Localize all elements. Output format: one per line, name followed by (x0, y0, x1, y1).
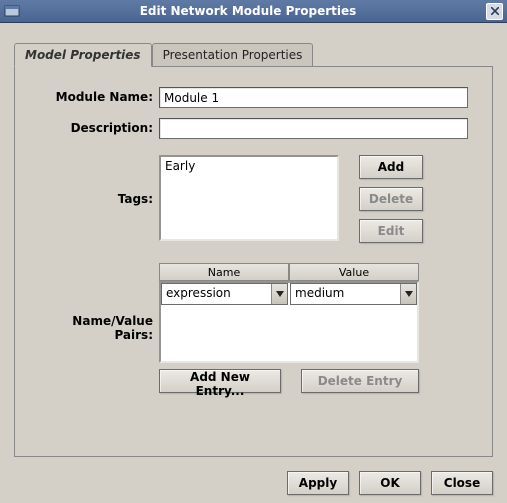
titlebar: Edit Network Module Properties (0, 0, 507, 23)
nv-delete-entry-button[interactable]: Delete Entry (301, 369, 419, 393)
tags-list-item[interactable]: Early (165, 159, 333, 173)
tab-strip: Model Properties Presentation Properties (14, 43, 493, 67)
dialog-button-row: Apply OK Close (14, 471, 493, 495)
tags-list[interactable]: Early (159, 155, 339, 241)
tab-presentation-properties[interactable]: Presentation Properties (152, 43, 314, 66)
nv-add-entry-button[interactable]: Add New Entry... (159, 369, 281, 393)
ok-button[interactable]: OK (359, 471, 421, 495)
window-close-button[interactable] (486, 3, 503, 20)
module-name-input[interactable] (159, 87, 468, 108)
chevron-down-icon[interactable] (400, 284, 416, 304)
dialog-body: Model Properties Presentation Properties… (0, 23, 507, 503)
tab-model-properties[interactable]: Model Properties (14, 43, 152, 67)
window-title: Edit Network Module Properties (26, 4, 470, 18)
close-button[interactable]: Close (431, 471, 493, 495)
label-module-name: Module Name: (39, 87, 159, 104)
close-icon (491, 7, 499, 15)
apply-button[interactable]: Apply (287, 471, 349, 495)
label-description: Description: (39, 118, 159, 135)
nv-name-combo[interactable]: expression (161, 283, 288, 305)
label-tags: Tags: (39, 192, 159, 206)
nv-header-name[interactable]: Name (159, 263, 289, 281)
tags-edit-button[interactable]: Edit (359, 219, 423, 243)
nv-row: expression medium (161, 283, 417, 305)
app-icon (4, 3, 20, 19)
tags-delete-button[interactable]: Delete (359, 187, 423, 211)
chevron-down-icon[interactable] (271, 284, 287, 304)
nv-header-value[interactable]: Value (289, 263, 419, 281)
tab-panel-model: Module Name: Description: Tags: Early Ad… (14, 67, 493, 457)
nv-name-value: expression (162, 284, 271, 304)
label-nv-pairs: Name/Value Pairs: (39, 314, 159, 342)
nv-value-value: medium (291, 284, 400, 304)
nv-grid: Name Value expression m (159, 263, 419, 363)
nv-value-combo[interactable]: medium (290, 283, 417, 305)
tags-add-button[interactable]: Add (359, 155, 423, 179)
description-input[interactable] (159, 118, 468, 139)
